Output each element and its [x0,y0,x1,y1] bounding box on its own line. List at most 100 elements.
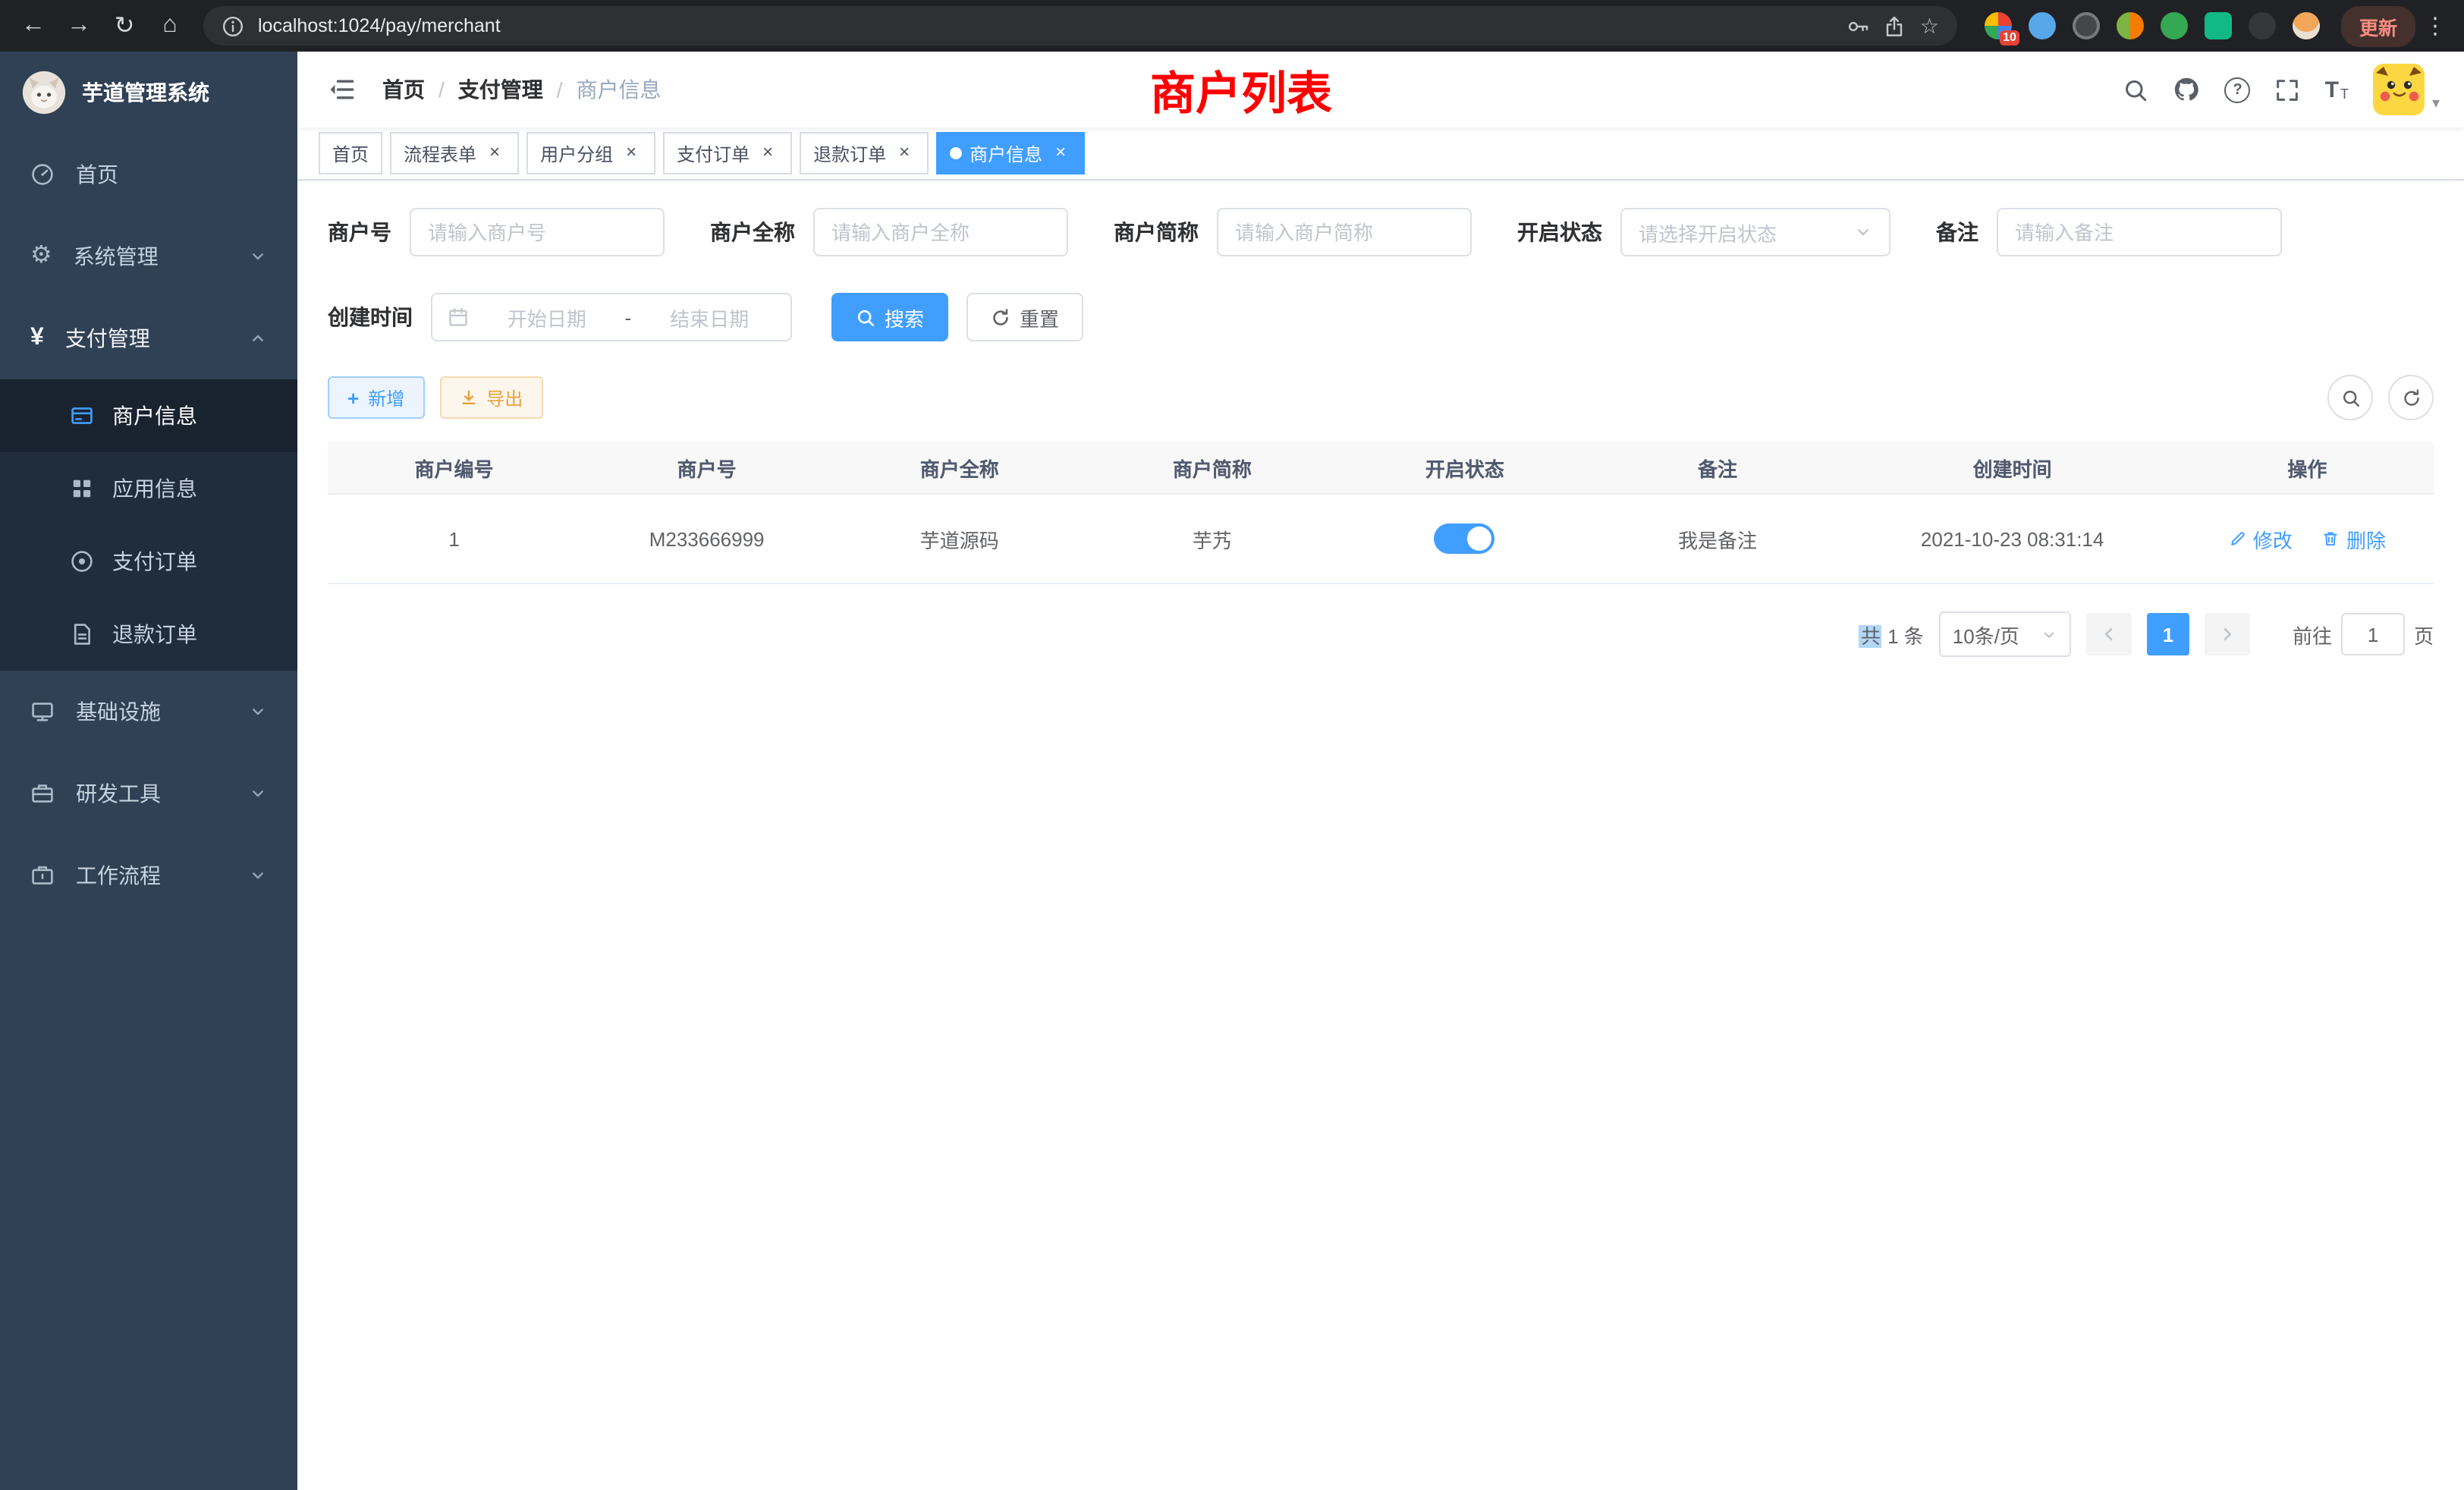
tab-label: 商户信息 [970,140,1042,166]
next-page-button[interactable] [2205,613,2250,655]
extension-icon-1[interactable]: 10 [1985,12,2012,39]
info-icon[interactable] [222,14,244,37]
cell-remark: 我是备注 [1591,494,1843,583]
date-end-placeholder: 结束日期 [643,303,775,332]
chevron-down-icon [249,784,267,803]
page-size-select[interactable]: 10条/页 [1939,611,2071,657]
home-icon[interactable]: ⌂ [149,5,191,47]
extension-icon-8[interactable] [2293,12,2320,39]
chevron-down-icon [249,866,267,885]
add-button[interactable]: + 新增 [328,376,424,419]
extension-icon-7[interactable] [2249,12,2276,39]
sidebar-item-merchant-info[interactable]: 商户信息 [0,379,297,452]
reload-icon[interactable]: ↻ [103,5,146,47]
toggle-search-button[interactable] [2327,375,2373,420]
main-area: 首页 / 支付管理 / 商户信息 ? [297,52,2464,1490]
extension-icon-5[interactable] [2161,12,2188,39]
reset-button[interactable]: 重置 [966,293,1083,341]
payment-submenu: 商户信息 应用信息 [0,379,297,671]
status-select[interactable]: 请选择开启状态 [1620,208,1890,256]
close-icon[interactable]: × [1050,143,1071,164]
tab-home[interactable]: 首页 [319,132,382,174]
tab-user-group[interactable]: 用户分组 × [526,132,655,174]
sidebar-item-app-info[interactable]: 应用信息 [0,452,297,525]
delete-link[interactable]: 删除 [2322,524,2386,553]
bookmark-star-icon[interactable]: ☆ [1920,13,1939,39]
chevron-down-icon [2041,626,2057,643]
tab-refund-orders[interactable]: 退款订单 × [800,132,929,174]
tab-label: 流程表单 [404,140,476,166]
page: { "browser": { "url": "localhost:1024/pa… [0,0,2464,1490]
export-button[interactable]: 导出 [439,376,542,419]
github-icon[interactable] [2173,76,2201,103]
grid-icon [70,476,94,501]
sidebar-item-infrastructure[interactable]: 基础设施 [0,671,297,753]
cell-full-name: 芋道源码 [833,494,1086,583]
close-icon[interactable]: × [484,143,505,164]
user-menu[interactable]: ▾ [2373,64,2440,115]
close-icon[interactable]: × [757,143,778,164]
extension-badge: 10 [2000,30,2019,46]
share-icon[interactable] [1884,14,1906,37]
close-icon[interactable]: × [894,143,915,164]
sidebar-item-refund-orders[interactable]: 退款订单 [0,598,297,671]
navbar-actions: ? TT [2123,64,2440,115]
sidebar-item-payment[interactable]: ¥ 支付管理 [0,297,297,379]
app: 芋道管理系统 首页 ⚙ 系统管理 ¥ [0,52,2464,1490]
sidebar-item-label: 退款订单 [112,619,197,649]
browser-menu-icon[interactable]: ⋮ [2418,12,2452,39]
table-row: 1 M233666999 芋道源码 芋艿 我是备注 2021-10-23 08:… [328,494,2434,583]
cell-create-time: 2021-10-23 08:31:14 [1844,494,2181,583]
help-icon[interactable]: ? [2225,77,2251,102]
page-number-button[interactable]: 1 [2147,613,2189,655]
logo-avatar-image [21,70,67,115]
status-toggle[interactable] [1435,523,1495,554]
key-icon[interactable] [1847,14,1870,37]
short-name-input[interactable] [1217,208,1472,256]
merchant-no-input[interactable] [410,208,665,256]
active-tab-dot [950,147,962,159]
chevron-up-icon [249,329,267,347]
search-icon[interactable] [2123,77,2149,102]
address-bar[interactable]: localhost:1024/pay/merchant ☆ [203,6,1957,46]
chevron-down-icon [249,247,267,266]
extension-icon-6[interactable] [2205,12,2232,39]
short-name-label: 商户简称 [1114,217,1217,247]
search-button[interactable]: 搜索 [831,293,948,341]
back-icon[interactable]: ← [12,5,55,47]
sidebar-item-workflow[interactable]: 工作流程 [0,835,297,916]
browser-update-button[interactable]: 更新 [2341,5,2415,46]
fullscreen-icon[interactable] [2275,77,2301,102]
sidebar-item-payment-orders[interactable]: 支付订单 [0,525,297,598]
tab-payment-orders[interactable]: 支付订单 × [663,132,792,174]
create-time-range-picker[interactable]: 开始日期 - 结束日期 [431,293,792,341]
prev-page-button[interactable] [2086,613,2132,655]
table-toolbar: + 新增 导出 [328,375,2434,420]
refresh-table-button[interactable] [2388,375,2434,420]
sidebar-item-system[interactable]: ⚙ 系统管理 [0,215,297,297]
tab-merchant-info[interactable]: 商户信息 × [936,132,1085,174]
breadcrumb-item-home[interactable]: 首页 [382,74,425,105]
full-name-input[interactable] [813,208,1068,256]
search-icon [856,307,875,327]
extension-icon-3[interactable] [2073,12,2100,39]
sidebar-toggle-icon[interactable] [322,76,361,103]
filter-row-2: 创建时间 开始日期 - 结束日期 [328,293,2434,341]
breadcrumb-separator: / [557,77,563,102]
close-icon[interactable]: × [621,143,642,164]
sidebar-logo[interactable]: 芋道管理系统 [0,52,297,134]
tab-process-form[interactable]: 流程表单 × [390,132,519,174]
extension-icon-2[interactable] [2029,12,2056,39]
sidebar-item-dev-tools[interactable]: 研发工具 [0,753,297,835]
font-size-icon[interactable]: TT [2325,78,2349,101]
extension-icon-4[interactable] [2117,12,2144,39]
breadcrumb-item-payment[interactable]: 支付管理 [458,74,543,105]
remark-input[interactable] [1997,208,2282,256]
edit-link[interactable]: 修改 [2229,524,2293,553]
goto-page-input[interactable] [2341,613,2405,655]
forward-icon[interactable]: → [58,5,100,47]
toolbar-right [2327,375,2434,420]
sidebar-item-home[interactable]: 首页 [0,134,297,215]
toolbox-icon [30,781,55,806]
browser-toolbar: ← → ↻ ⌂ localhost:1024/pay/merchant ☆ 10 [0,0,2464,52]
